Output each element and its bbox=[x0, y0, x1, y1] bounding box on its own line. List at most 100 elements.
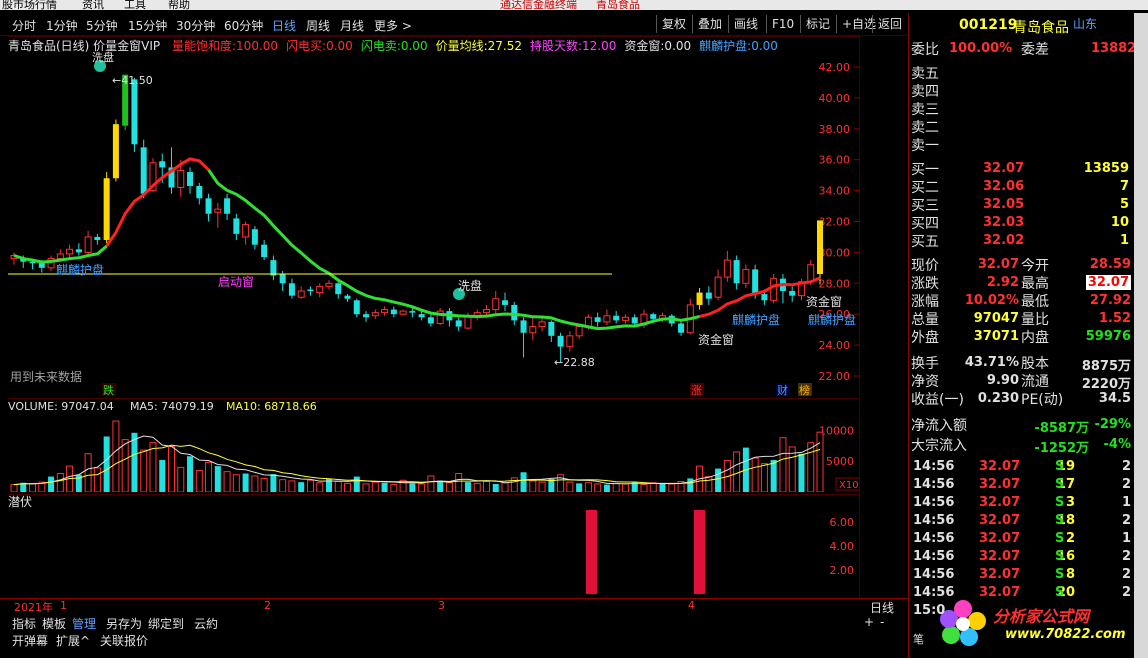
vol-bar bbox=[621, 483, 629, 492]
period-month[interactable]: 月线 bbox=[340, 17, 364, 34]
tab-manage[interactable]: 管理 bbox=[72, 615, 96, 632]
tick-side: S bbox=[1055, 495, 1065, 510]
candle-body bbox=[650, 314, 657, 319]
tick-row: 14:56 32.07 20 S 2 bbox=[909, 583, 1135, 601]
buy-label: 买二 bbox=[911, 180, 939, 196]
zijin-label-2: 资金窗 bbox=[806, 294, 842, 309]
vol-bar bbox=[538, 481, 546, 492]
mark-button[interactable]: 标记 bbox=[800, 15, 835, 33]
period-day[interactable]: 日线 bbox=[272, 17, 296, 34]
menu-news[interactable]: 资讯 bbox=[82, 0, 104, 10]
vol-bar bbox=[687, 478, 694, 492]
fuquan-button[interactable]: 复权 bbox=[656, 15, 691, 33]
scrollbar[interactable] bbox=[1134, 13, 1148, 658]
zoom-in-icon[interactable]: + bbox=[864, 615, 874, 629]
vol-bar bbox=[418, 483, 426, 492]
candle-body bbox=[325, 282, 333, 287]
tick-n: 2 bbox=[1121, 459, 1131, 474]
period-30min[interactable]: 30分钟 bbox=[176, 17, 215, 34]
menu-market[interactable]: 股市场行情 bbox=[2, 0, 57, 10]
vol-bar bbox=[427, 475, 435, 492]
stat-label-2: 今开 bbox=[1021, 258, 1049, 274]
vol-bar bbox=[103, 436, 110, 492]
vol-bar bbox=[10, 484, 18, 492]
indicator-chart[interactable]: 潜伏 6.00 4.00 2.00 bbox=[8, 494, 860, 598]
candle-body bbox=[131, 79, 138, 145]
candle-body bbox=[56, 253, 64, 260]
tab-template[interactable]: 模板 bbox=[42, 615, 66, 632]
candle-body bbox=[381, 309, 389, 314]
candle-body bbox=[316, 285, 324, 294]
ind-tick: 4.00 bbox=[830, 540, 855, 553]
overlay-button[interactable]: 叠加 bbox=[692, 15, 727, 33]
tick-row: 14:56 32.07 2 S 1 bbox=[909, 529, 1135, 547]
vol-bar bbox=[56, 473, 64, 492]
vol-bar bbox=[566, 481, 574, 492]
vol-bar bbox=[112, 420, 120, 492]
stat-row: 现价 32.07 今开 28.59 bbox=[909, 255, 1135, 274]
stock-code: 001219 bbox=[959, 17, 1018, 33]
f10-button[interactable]: F10 bbox=[766, 15, 799, 33]
tick-n: 2 bbox=[1121, 585, 1131, 600]
buy-row: 买五 32.02 1 bbox=[909, 231, 1135, 250]
candle-body bbox=[696, 292, 703, 305]
vol-bar bbox=[733, 451, 741, 492]
vol-bar bbox=[390, 484, 398, 492]
tab-danmu[interactable]: 开弹幕 bbox=[12, 632, 48, 649]
tick-n: 1 bbox=[1121, 495, 1131, 510]
tick-time: 14:56 bbox=[913, 585, 955, 600]
candle-body bbox=[84, 236, 92, 253]
y-tick-label: 40.00 bbox=[819, 92, 851, 105]
candle-body bbox=[770, 278, 778, 301]
volume-chart[interactable]: VOLUME: 97047.04 MA5: 74079.19 MA10: 68718… bbox=[8, 398, 860, 492]
tab-cloud[interactable]: 云約 bbox=[194, 615, 218, 632]
period-5min[interactable]: 5分钟 bbox=[86, 17, 118, 34]
tab-bind[interactable]: 绑定到 bbox=[148, 615, 184, 632]
candle-body bbox=[520, 320, 527, 333]
period-60min[interactable]: 60分钟 bbox=[224, 17, 263, 34]
menu-help[interactable]: 帮助 bbox=[168, 0, 190, 10]
tick-price: 32.07 bbox=[979, 549, 1021, 564]
qidong-label: 启动窗 bbox=[218, 275, 254, 289]
extra-tabs: 开弹幕 扩展^ 关联报价 bbox=[8, 632, 908, 648]
candle-body bbox=[390, 309, 397, 315]
vol-bar bbox=[140, 449, 148, 492]
pen-icon[interactable]: 笔 bbox=[913, 631, 924, 647]
vol-label: VOLUME: 97047.04 bbox=[8, 400, 114, 413]
candle-body bbox=[307, 289, 314, 292]
stat-value: 2.92 bbox=[986, 275, 1019, 290]
vol-bar bbox=[612, 482, 620, 492]
candle-body bbox=[548, 321, 555, 336]
buy-row: 买一 32.07 13859 bbox=[909, 159, 1135, 178]
tab-extend[interactable]: 扩展^ bbox=[56, 632, 90, 649]
candle-body bbox=[409, 311, 416, 313]
y-tick-label: 30.00 bbox=[819, 246, 851, 259]
period-15min[interactable]: 15分钟 bbox=[128, 17, 167, 34]
period-week[interactable]: 周线 bbox=[306, 17, 330, 34]
candle-body bbox=[807, 264, 815, 283]
vol-bar bbox=[306, 479, 314, 492]
tick-row: 14:56 32.07 18 S 2 bbox=[909, 511, 1135, 529]
period-more[interactable]: 更多 > bbox=[374, 17, 412, 34]
candle-body bbox=[575, 326, 583, 337]
tab-indicator[interactable]: 指标 bbox=[12, 615, 36, 632]
candle-body bbox=[251, 229, 258, 245]
flow-label: 大宗流入 bbox=[911, 438, 967, 454]
tick-price: 32.07 bbox=[979, 585, 1021, 600]
period-1min[interactable]: 1分钟 bbox=[46, 17, 78, 34]
tab-related[interactable]: 关联报价 bbox=[100, 632, 148, 649]
menu-tools[interactable]: 工具 bbox=[124, 0, 146, 10]
tab-saveas[interactable]: 另存为 bbox=[106, 615, 142, 632]
x-label-4: 4 bbox=[688, 599, 695, 612]
zoom-out-icon[interactable]: - bbox=[880, 615, 884, 629]
candle-body bbox=[270, 260, 277, 276]
candlestick-chart[interactable]: 42.00 40.00 38.00 36.00 34.00 32.00 30.00 28.00… bbox=[8, 36, 860, 396]
vol-bar bbox=[816, 431, 824, 492]
vol-bar bbox=[501, 482, 509, 492]
top-menu-bar: 股市场行情 资讯 工具 帮助 通达信金融终端 青岛食品 bbox=[0, 0, 1148, 10]
draw-button[interactable]: 画线 bbox=[728, 15, 763, 33]
buy-label: 买三 bbox=[911, 198, 939, 214]
period-fenshi[interactable]: 分时 bbox=[12, 17, 36, 34]
buy-vol: 13859 bbox=[1083, 161, 1129, 176]
back-button[interactable]: 返回 bbox=[872, 15, 907, 33]
